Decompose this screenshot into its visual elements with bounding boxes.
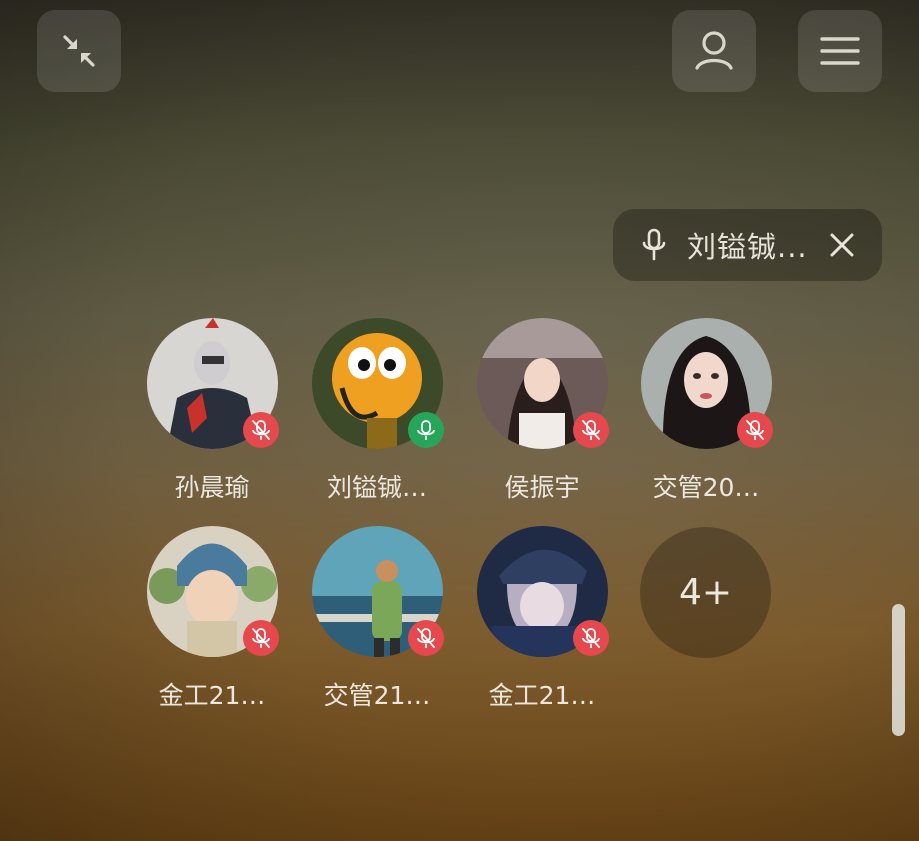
mic-off-icon xyxy=(417,628,435,648)
participant-tile[interactable]: 金工21… xyxy=(460,526,624,736)
mic-off-icon xyxy=(746,420,764,440)
collapse-arrows-icon xyxy=(63,35,95,67)
menu-button[interactable] xyxy=(798,10,882,92)
mic-on-icon xyxy=(417,420,435,440)
more-participants-button[interactable]: 4+ xyxy=(640,527,771,658)
participant-name: 金工21… xyxy=(488,681,596,710)
scrollbar-thumb[interactable] xyxy=(892,604,905,736)
mic-muted-badge xyxy=(737,412,773,448)
participant-tile[interactable]: 侯振宇 xyxy=(460,318,624,528)
close-icon[interactable] xyxy=(828,231,856,259)
profile-button[interactable] xyxy=(672,10,756,92)
mic-muted-badge xyxy=(243,412,279,448)
mic-muted-badge xyxy=(573,620,609,656)
mic-muted-badge xyxy=(243,620,279,656)
participant-name: 交管21… xyxy=(323,681,431,710)
participant-name: 孙晨瑜 xyxy=(174,473,250,502)
participant-tile[interactable]: 孙晨瑜 xyxy=(130,318,294,528)
mic-active-badge xyxy=(408,412,444,448)
participant-name: 交管20… xyxy=(652,473,760,502)
mic-off-icon xyxy=(582,628,600,648)
participant-tile[interactable]: 金工21… xyxy=(130,526,294,736)
collapse-button[interactable] xyxy=(37,10,121,92)
mic-off-icon xyxy=(252,420,270,440)
hamburger-menu-icon xyxy=(820,37,860,65)
participant-name: 侯振宇 xyxy=(504,473,580,502)
speaking-indicator[interactable]: 刘镒铖... xyxy=(613,209,882,281)
person-icon xyxy=(695,31,733,70)
microphone-icon xyxy=(642,228,666,261)
participant-tile[interactable]: 刘镒铖… xyxy=(295,318,459,528)
mic-muted-badge xyxy=(408,620,444,656)
mic-off-icon xyxy=(582,420,600,440)
participant-tile[interactable]: 交管21… xyxy=(295,526,459,736)
participant-name: 金工21… xyxy=(158,681,266,710)
participant-tile[interactable]: 交管20… xyxy=(624,318,788,528)
mic-muted-badge xyxy=(573,412,609,448)
speaking-name: 刘镒铖... xyxy=(687,230,808,264)
participant-name: 刘镒铖… xyxy=(326,473,427,502)
mic-off-icon xyxy=(252,628,270,648)
